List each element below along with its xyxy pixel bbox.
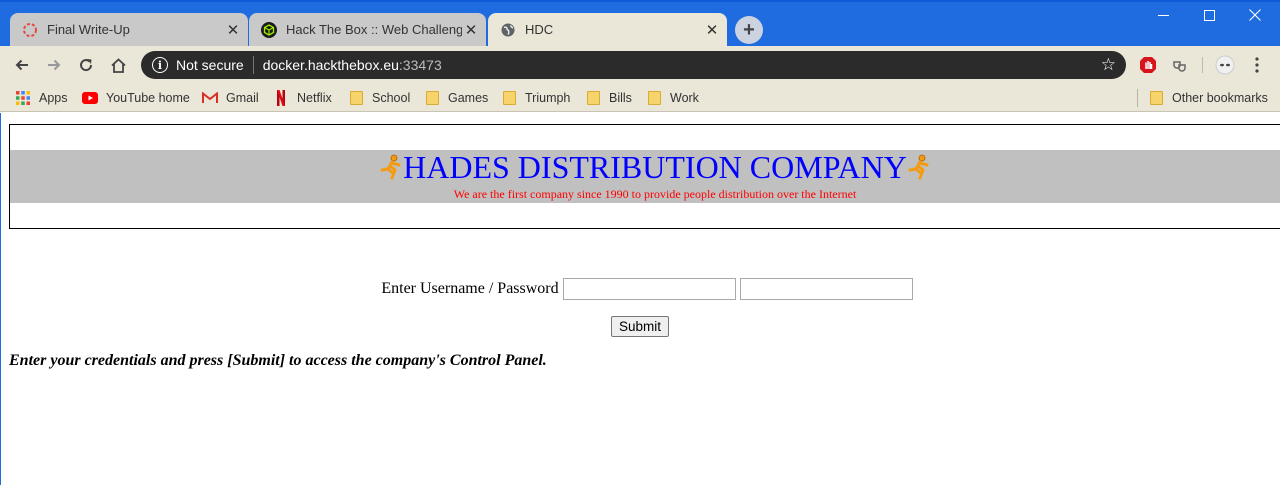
window-edge (0, 0, 1280, 2)
bookmark-label: School (372, 91, 411, 105)
folder-icon (424, 90, 440, 106)
back-button[interactable] (9, 52, 35, 78)
password-input[interactable] (739, 278, 913, 300)
minimize-button[interactable] (1140, 0, 1186, 30)
folder-icon (501, 90, 517, 106)
globe-icon (500, 22, 516, 38)
bookmark-label: Other bookmarks (1172, 91, 1268, 105)
htb-cube-icon (261, 21, 277, 38)
extension-icon[interactable] (1170, 55, 1190, 75)
bookmark-star-icon[interactable]: ☆ (1101, 55, 1116, 75)
url-host: docker.hackthebox.eu (262, 57, 399, 73)
bookmark-triumph[interactable]: Triumph (501, 89, 570, 107)
username-input[interactable] (562, 278, 736, 300)
bookmark-school[interactable]: School (348, 89, 410, 107)
running-man-icon (908, 154, 929, 180)
bookmark-netflix[interactable]: Netflix (273, 89, 332, 107)
bookmarks-bar: Apps YouTube home Gmail Netflix School G… (0, 84, 1280, 112)
ublock-icon[interactable] (1138, 55, 1158, 75)
circle-dashed-icon (22, 22, 38, 38)
folder-icon (1148, 90, 1164, 106)
bookmark-label: Triumph (525, 91, 571, 105)
tab-hack-the-box[interactable]: Hack The Box :: Web Challenges ✕ (249, 13, 486, 46)
bookmark-other-bookmarks[interactable]: Other bookmarks (1148, 89, 1268, 107)
tab-title: Hack The Box :: Web Challenges (286, 22, 462, 37)
folder-icon (646, 90, 662, 106)
bookmark-label: Bills (609, 91, 632, 105)
bookmark-gmail[interactable]: Gmail (202, 89, 259, 107)
bookmark-bills[interactable]: Bills (585, 89, 632, 107)
tab-title: HDC (525, 22, 554, 37)
forward-button[interactable] (41, 52, 67, 78)
login-label: Enter Username / Password (381, 280, 559, 297)
menu-kebab-icon[interactable] (1247, 55, 1267, 75)
bookmark-youtube-home[interactable]: YouTube home (82, 89, 190, 107)
page-content: HADES DISTRIBUTION COMPANY We are the fi… (0, 113, 1280, 485)
apps-grid-icon (15, 90, 31, 106)
reload-button[interactable] (73, 52, 99, 78)
browser-titlebar: Final Write-Up ✕ Hack The Box :: Web Cha… (0, 0, 1280, 46)
instructions-text: Enter your credentials and press [Submit… (9, 352, 547, 369)
company-subtitle: We are the first company since 1990 to p… (453, 187, 857, 201)
tab-hdc[interactable]: HDC ✕ (488, 13, 727, 46)
address-divider (252, 56, 254, 74)
home-button[interactable] (105, 52, 131, 78)
forward-arrow-icon (48, 59, 61, 71)
close-icon[interactable]: ✕ (462, 21, 480, 39)
profile-avatar-icon[interactable] (1215, 55, 1235, 75)
submit-button[interactable]: Submit (611, 316, 669, 337)
gmail-icon (202, 90, 218, 106)
login-form: Enter Username / Password (0, 278, 1280, 300)
address-bar[interactable]: i Not secure docker.hackthebox.eu:33473 … (141, 51, 1126, 79)
bookmark-work[interactable]: Work (646, 89, 699, 107)
company-header: HADES DISTRIBUTION COMPANY We are the fi… (9, 124, 1280, 229)
bookmark-apps[interactable]: Apps (15, 89, 68, 107)
bookmark-label: Netflix (297, 91, 332, 105)
bookmark-label: Apps (39, 91, 68, 105)
folder-icon (585, 90, 601, 106)
toolbar-divider (1202, 57, 1203, 73)
tab-title: Final Write-Up (47, 22, 130, 37)
tab-final-write-up[interactable]: Final Write-Up ✕ (10, 13, 248, 46)
home-icon (110, 57, 126, 73)
netflix-icon (273, 90, 289, 106)
header-band: HADES DISTRIBUTION COMPANY We are the fi… (10, 150, 1280, 203)
bookmark-label: YouTube home (106, 91, 190, 105)
maximize-button[interactable] (1186, 0, 1232, 30)
info-icon[interactable]: i (152, 57, 168, 73)
new-tab-button[interactable]: + (735, 16, 763, 44)
company-title-text: HADES DISTRIBUTION COMPANY (403, 149, 907, 185)
bookmark-label: Games (448, 91, 489, 105)
window-close-button[interactable] (1232, 0, 1278, 30)
url-port: :33473 (398, 57, 442, 73)
youtube-icon (82, 90, 98, 106)
bookmark-label: Work (670, 91, 699, 105)
close-icon[interactable]: ✕ (703, 21, 721, 39)
bookmark-label: Gmail (226, 91, 259, 105)
back-arrow-icon (15, 59, 28, 71)
bookmarks-divider (1137, 89, 1138, 107)
running-man-icon (380, 154, 401, 180)
browser-toolbar: i Not secure docker.hackthebox.eu:33473 … (0, 46, 1280, 84)
folder-icon (348, 90, 364, 106)
reload-icon (80, 59, 93, 72)
security-label: Not secure (176, 57, 244, 73)
close-icon[interactable]: ✕ (224, 21, 242, 39)
company-title: HADES DISTRIBUTION COMPANY (10, 150, 1280, 184)
bookmark-games[interactable]: Games (424, 89, 488, 107)
